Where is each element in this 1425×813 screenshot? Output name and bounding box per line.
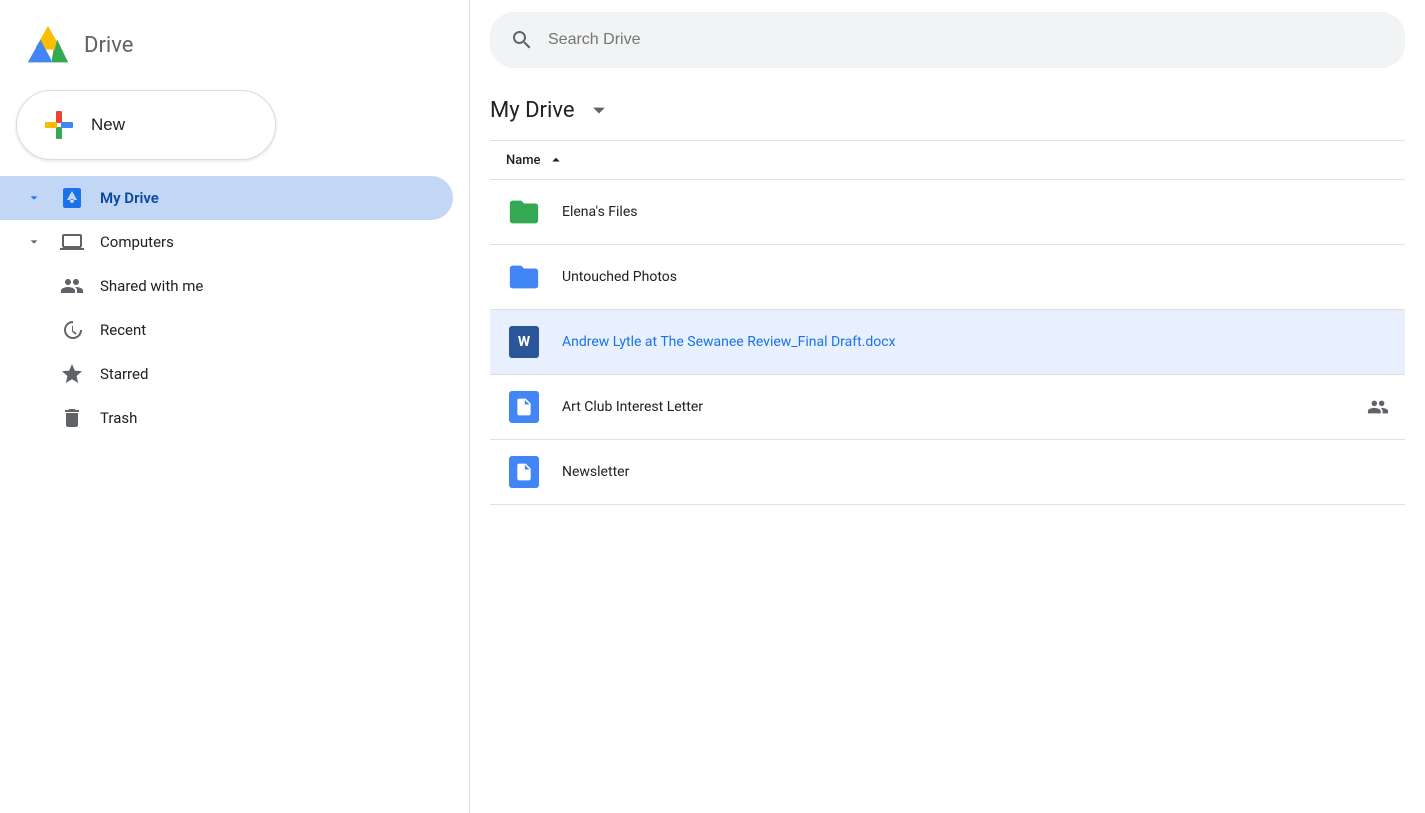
- sidebar-item-starred-label: Starred: [100, 365, 148, 383]
- search-input[interactable]: [548, 31, 1385, 49]
- star-icon: [60, 362, 84, 386]
- logo-area: Drive: [0, 16, 469, 86]
- main-content: My Drive Name: [470, 0, 1425, 813]
- column-headers: Name: [490, 141, 1405, 179]
- my-drive-title: My Drive: [490, 98, 575, 123]
- computers-icon: [60, 230, 84, 254]
- file-name: Andrew Lytle at The Sewanee Review_Final…: [562, 334, 1389, 350]
- sidebar-item-computers[interactable]: Computers: [0, 220, 453, 264]
- sidebar-item-shared-with-me-label: Shared with me: [100, 277, 203, 295]
- sidebar-item-trash[interactable]: Trash: [0, 396, 453, 440]
- expand-arrow-computers-icon: [24, 232, 44, 252]
- gdoc-icon: [506, 454, 542, 490]
- sidebar-item-computers-label: Computers: [100, 233, 174, 251]
- file-name: Elena's Files: [562, 204, 1389, 220]
- plus-icon: [41, 107, 77, 143]
- new-button[interactable]: New: [16, 90, 276, 160]
- gdoc-icon: [506, 389, 542, 425]
- new-button-label: New: [91, 115, 125, 135]
- sidebar-item-my-drive-label: My Drive: [100, 189, 159, 207]
- shared-people-icon: [1367, 396, 1389, 418]
- sidebar-item-shared-with-me[interactable]: Shared with me: [0, 264, 453, 308]
- table-row[interactable]: Untouched Photos: [490, 245, 1405, 310]
- sort-arrow-icon[interactable]: [547, 151, 565, 169]
- word-doc-icon: W: [506, 324, 542, 360]
- table-row[interactable]: Art Club Interest Letter: [490, 375, 1405, 440]
- sidebar-item-starred[interactable]: Starred: [0, 352, 453, 396]
- sidebar: Drive New My Drive: [0, 0, 470, 813]
- table-row[interactable]: W Andrew Lytle at The Sewanee Review_Fin…: [490, 310, 1405, 375]
- drive-logo: [24, 24, 72, 66]
- files-area: My Drive Name: [470, 84, 1425, 813]
- folder-green-icon: [506, 194, 542, 230]
- search-bar[interactable]: [490, 12, 1405, 68]
- people-icon: [60, 274, 84, 298]
- trash-icon: [60, 406, 84, 430]
- table-row[interactable]: Newsletter: [490, 440, 1405, 505]
- expand-arrow-icon: [24, 188, 44, 208]
- search-icon: [510, 28, 534, 52]
- file-name: Art Club Interest Letter: [562, 399, 1339, 415]
- sidebar-item-my-drive[interactable]: My Drive: [0, 176, 453, 220]
- app-title: Drive: [84, 33, 133, 58]
- name-column-label: Name: [506, 153, 541, 168]
- sidebar-item-trash-label: Trash: [100, 409, 137, 427]
- file-name: Untouched Photos: [562, 269, 1389, 285]
- my-drive-header: My Drive: [490, 84, 1405, 140]
- folder-blue-icon: [506, 259, 542, 295]
- my-drive-icon: [60, 186, 84, 210]
- sidebar-item-recent-label: Recent: [100, 321, 146, 339]
- chevron-down-icon[interactable]: [585, 96, 613, 124]
- clock-icon: [60, 318, 84, 342]
- file-name: Newsletter: [562, 464, 1389, 480]
- table-row[interactable]: Elena's Files: [490, 180, 1405, 245]
- sidebar-item-recent[interactable]: Recent: [0, 308, 453, 352]
